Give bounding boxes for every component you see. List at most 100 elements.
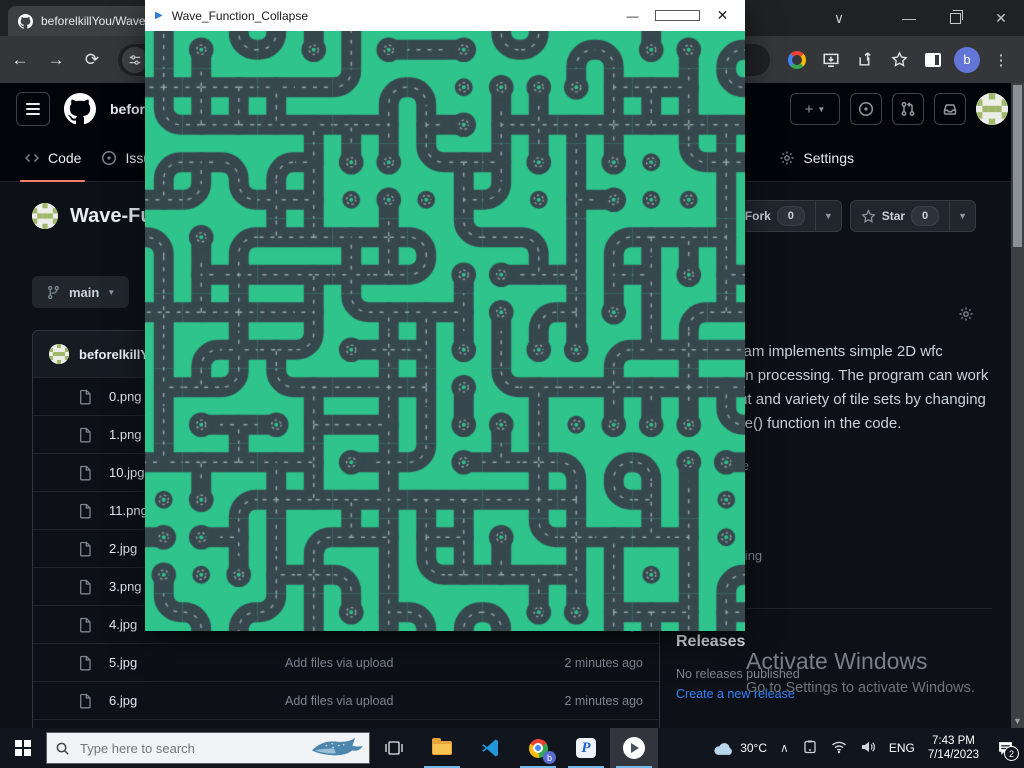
processing-icon: P (576, 738, 596, 758)
vscode-button[interactable] (466, 728, 514, 768)
search-icon (55, 741, 70, 756)
forward-button[interactable]: → (40, 44, 72, 76)
tray-overflow-chevron[interactable]: ∧ (780, 741, 789, 755)
wfc-pattern-canvas[interactable] (145, 31, 745, 631)
file-icon (77, 579, 93, 595)
branch-caret-icon: ▼ (107, 288, 115, 297)
scrollbar-thumb[interactable] (1013, 85, 1022, 247)
share-icon[interactable] (850, 45, 880, 75)
bookmark-star-icon[interactable] (884, 45, 914, 75)
releases-heading: Releases (676, 633, 992, 651)
wfc-title-bar[interactable]: ▶ Wave_Function_Collapse — ✕ (145, 0, 745, 31)
play-icon (623, 737, 645, 759)
task-view-button[interactable] (370, 728, 418, 768)
browser-window-controls: ∨ — ✕ (816, 0, 1024, 36)
create-release-link[interactable]: Create a new release (676, 687, 992, 701)
taskbar-search[interactable] (46, 732, 370, 764)
star-caret[interactable]: ▼ (949, 201, 975, 231)
google-extension-icon[interactable] (782, 45, 812, 75)
file-icon (77, 389, 93, 405)
file-icon (77, 617, 93, 633)
side-panel-icon[interactable] (918, 45, 948, 75)
time: 7:43 PM (928, 734, 979, 748)
file-icon (77, 693, 93, 709)
releases-empty-text: No releases published (676, 667, 992, 681)
wfc-minimize-button[interactable]: — (610, 0, 655, 31)
create-new-button[interactable]: + ▼ (790, 93, 840, 125)
browser-restore-button[interactable] (932, 0, 978, 36)
wfc-sketch-taskbar-button[interactable] (610, 728, 658, 768)
inbox-icon-button[interactable] (934, 93, 966, 125)
cast-icon[interactable] (802, 739, 818, 758)
notification-center-button[interactable]: 2 (992, 735, 1018, 761)
processing-button[interactable]: P (562, 728, 610, 768)
table-row[interactable]: 5.jpg Add files via upload 2 minutes ago (33, 643, 659, 681)
repo-avatar (32, 203, 58, 229)
system-tray: 30°C ∧ ENG 7:43 PM 7/14/2023 2 (713, 734, 1024, 762)
issue-icon (101, 150, 117, 166)
date: 7/14/2023 (928, 748, 979, 762)
chrome-button[interactable]: b (514, 728, 562, 768)
weather-widget[interactable]: 30°C (713, 741, 767, 756)
user-avatar[interactable] (976, 93, 1008, 125)
temperature: 30°C (740, 741, 767, 755)
branch-selector[interactable]: main ▼ (32, 276, 129, 308)
wfc-app-window: ▶ Wave_Function_Collapse — ✕ (145, 0, 745, 631)
wfc-app-icon: ▶ (155, 10, 163, 21)
file-explorer-button[interactable] (418, 728, 466, 768)
windows-logo-icon (15, 740, 31, 756)
fork-caret[interactable]: ▼ (815, 201, 841, 231)
branch-icon (46, 285, 61, 300)
gear-icon (779, 150, 795, 166)
file-icon (77, 427, 93, 443)
page-scrollbar[interactable]: ▼ (1011, 83, 1024, 728)
restore-icon (950, 13, 961, 24)
about-settings-gear-icon[interactable] (958, 306, 974, 327)
file-icon (77, 465, 93, 481)
pull-requests-icon-button[interactable] (892, 93, 924, 125)
folder-icon (432, 741, 452, 755)
vscode-icon (480, 738, 500, 758)
wfc-maximize-button[interactable] (655, 0, 700, 31)
committer-avatar (49, 344, 69, 364)
wfc-window-title: Wave_Function_Collapse (172, 9, 308, 23)
reload-button[interactable]: ⟳ (76, 44, 108, 76)
search-input[interactable] (78, 740, 252, 757)
browser-menu-icon[interactable]: ⋮ (986, 45, 1016, 75)
browser-close-button[interactable]: ✕ (978, 0, 1024, 36)
file-icon (77, 503, 93, 519)
table-row[interactable]: 6.jpg Add files via upload 2 minutes ago (33, 681, 659, 719)
taskbar-clock[interactable]: 7:43 PM 7/14/2023 (928, 734, 979, 762)
wifi-icon[interactable] (831, 739, 847, 758)
language-indicator[interactable]: ENG (889, 741, 915, 755)
star-button[interactable]: Star 0 ▼ (850, 200, 976, 232)
github-logo (64, 93, 96, 125)
star-icon (861, 209, 876, 224)
cloud-icon (713, 741, 735, 756)
volume-icon[interactable] (860, 739, 876, 758)
code-icon (24, 150, 40, 166)
browser-minimize-button[interactable]: — (886, 0, 932, 36)
github-favicon (18, 14, 33, 29)
back-button[interactable]: ← (4, 44, 36, 76)
chrome-profile-badge: b (543, 751, 556, 764)
hamburger-menu-button[interactable] (16, 92, 50, 126)
fork-count: 0 (777, 206, 805, 226)
tab-code[interactable]: Code (14, 135, 91, 181)
whale-shark-doodle (307, 735, 365, 760)
desktop: beforelkillYou/Wave-Function-Collapse ∨ … (0, 0, 1024, 768)
notification-count-badge: 2 (1004, 746, 1019, 761)
wfc-close-button[interactable]: ✕ (700, 0, 745, 31)
issues-icon-button[interactable] (850, 93, 882, 125)
tab-search-chevron-icon[interactable]: ∨ (816, 0, 862, 36)
browser-profile-avatar[interactable]: b (952, 45, 982, 75)
start-button[interactable] (0, 728, 46, 768)
maximize-icon (655, 10, 700, 21)
table-row[interactable]: 7.jpg Add files via upload 2 minutes ago (33, 719, 659, 728)
file-icon (77, 541, 93, 557)
star-count: 0 (911, 206, 939, 226)
scrollbar-down-arrow[interactable]: ▼ (1011, 716, 1024, 726)
tab-settings[interactable]: Settings (769, 150, 864, 166)
windows-taskbar: b P 30°C ∧ ENG 7:43 PM 7/14/2023 2 (0, 728, 1024, 768)
install-app-icon[interactable] (816, 45, 846, 75)
